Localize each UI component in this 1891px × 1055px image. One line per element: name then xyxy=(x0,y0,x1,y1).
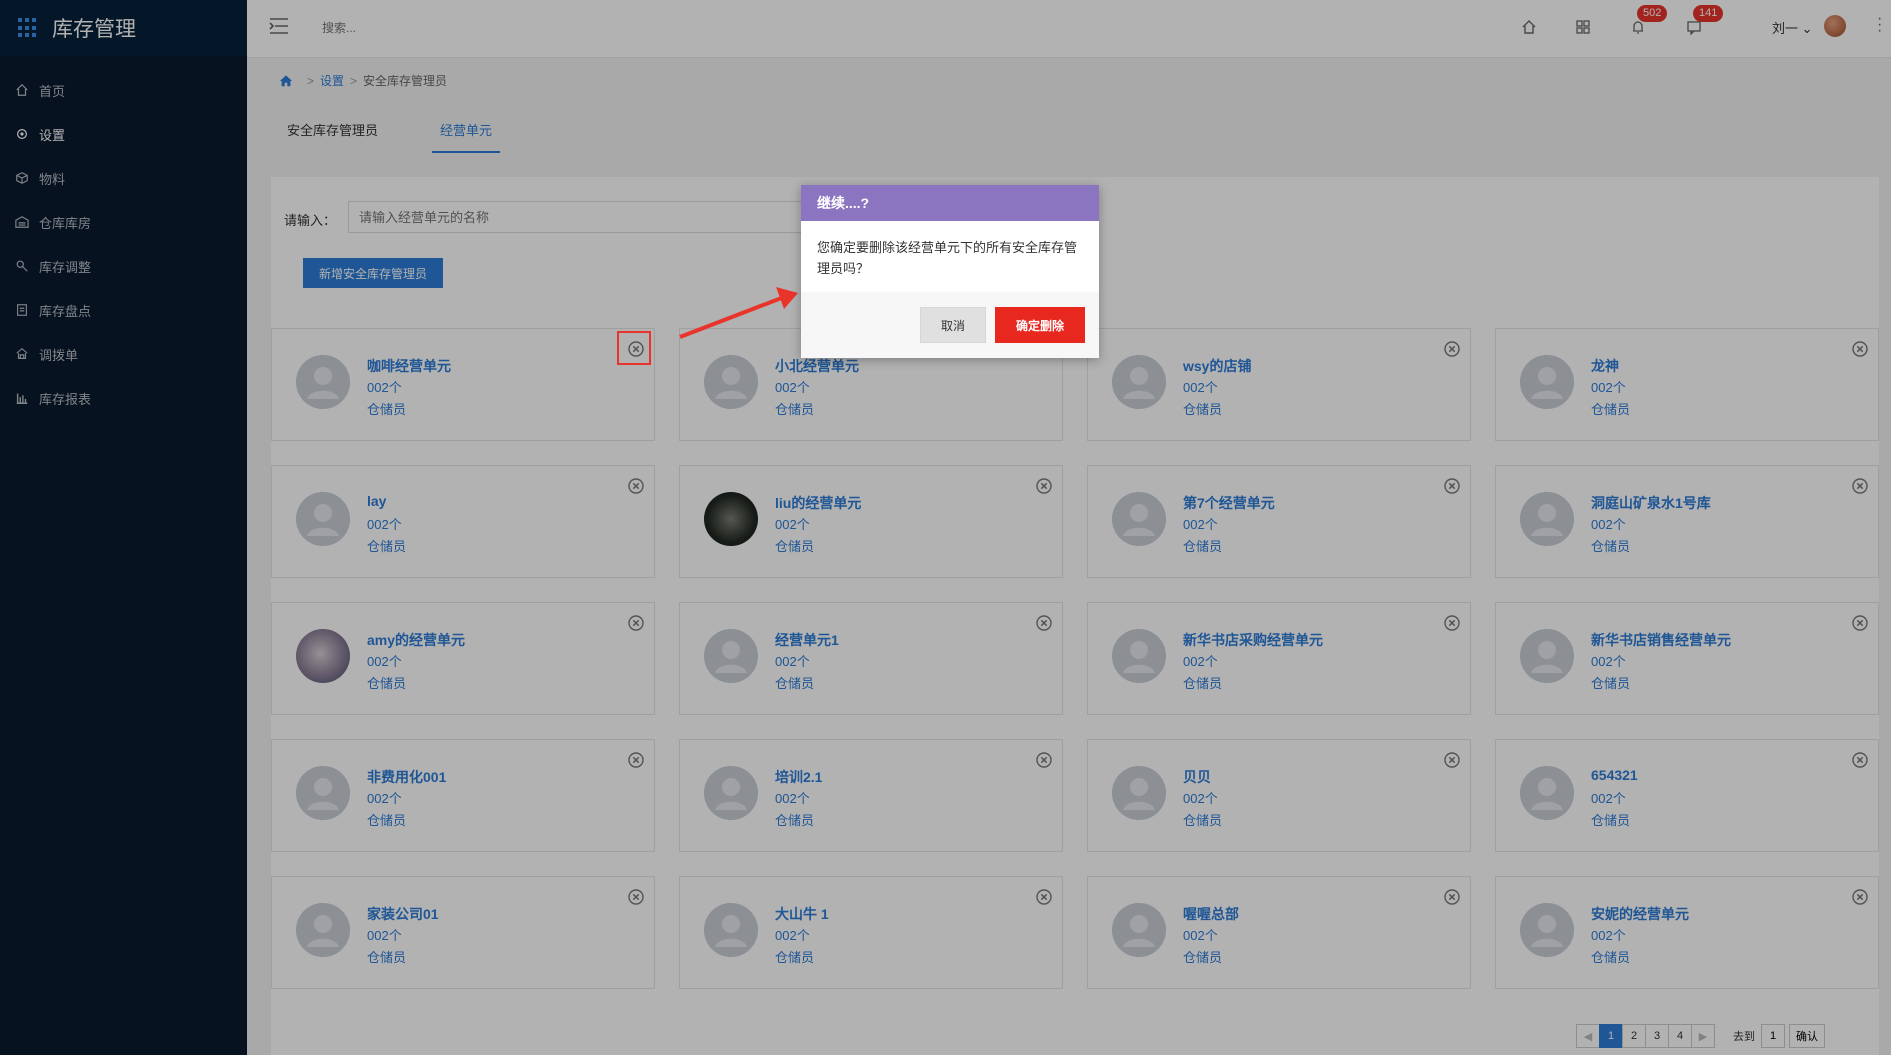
close-button-highlight xyxy=(617,331,651,365)
confirm-delete-dialog: 继续....? 您确定要删除该经营单元下的所有安全库存管理员吗？ 取消 确定删除 xyxy=(801,185,1099,358)
confirm-delete-button[interactable]: 确定删除 xyxy=(995,307,1085,343)
modal-overlay[interactable] xyxy=(0,0,1891,1055)
annotation-arrow-icon xyxy=(679,287,798,339)
cancel-button[interactable]: 取消 xyxy=(920,307,986,343)
dialog-message: 您确定要删除该经营单元下的所有安全库存管理员吗？ xyxy=(817,240,1078,276)
dialog-footer: 取消 确定删除 xyxy=(801,292,1099,358)
dialog-title: 继续....? xyxy=(801,185,1099,221)
